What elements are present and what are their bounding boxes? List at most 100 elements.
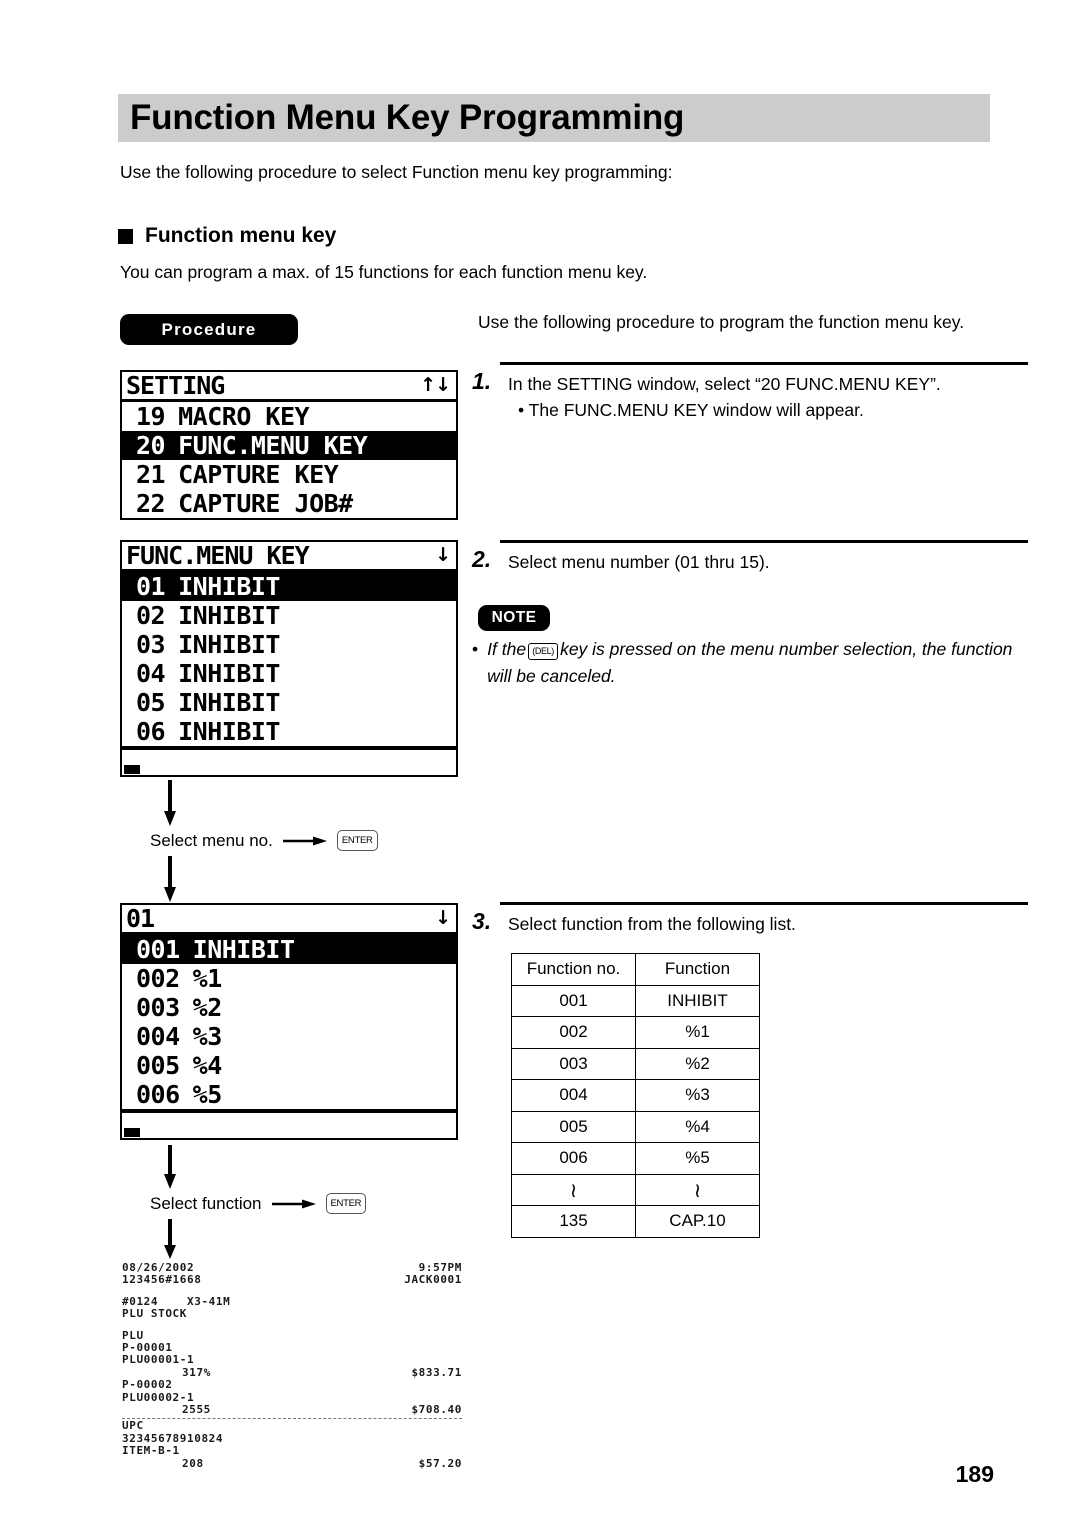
table-row: 006 %5 — [511, 1142, 760, 1175]
receipt-line: 317% $833.71 — [122, 1366, 462, 1379]
lcd-item-number: 21 — [136, 460, 166, 489]
cell-function-no: 003 — [511, 1047, 636, 1080]
receipt-text: UPC — [122, 1419, 144, 1433]
lcd-item-number: 22 — [136, 489, 166, 518]
lcd-screen-setting: SETTING ↑↓ 19 MACRO KEY 20 FUNC.MENU KEY… — [120, 370, 458, 520]
lcd-list-item[interactable]: 21 CAPTURE KEY — [122, 460, 456, 489]
table-row: 004 %3 — [511, 1079, 760, 1112]
receipt-amount: $57.20 — [418, 1456, 462, 1470]
del-key-button[interactable]: (DEL) — [528, 642, 559, 660]
enter-key-button[interactable]: ENTER — [325, 1193, 367, 1214]
lcd-item-number: 06 — [136, 717, 166, 746]
lcd-item-label: CAPTURE JOB# — [178, 489, 353, 518]
lcd-list-item[interactable]: 006 %5 — [122, 1080, 456, 1109]
lcd-item-label: INHIBIT — [178, 601, 280, 630]
lcd-header: 01 ↓ — [122, 905, 456, 935]
lcd-item-label: FUNC.MENU KEY — [178, 431, 368, 460]
lcd-item-label: INHIBIT — [192, 935, 295, 964]
lcd-list-item[interactable]: 04 INHIBIT — [122, 659, 456, 688]
receipt-qty: 208 — [182, 1456, 204, 1470]
note-content: If the (DEL) key is pressed on the menu nu… — [487, 636, 1028, 690]
lcd-status-bar — [122, 746, 456, 775]
function-list-table: Function no. Function 001 INHIBIT 002 %1… — [511, 953, 760, 1238]
lcd-list-item[interactable]: 02 INHIBIT — [122, 601, 456, 630]
step-subtext: • The FUNC.MENU KEY window will appear. — [518, 400, 864, 420]
lcd-item-label: INHIBIT — [178, 688, 280, 717]
lcd-item-number: 006 — [136, 1080, 180, 1109]
lcd-list-item[interactable]: 22 CAPTURE JOB# — [122, 489, 456, 518]
lcd-list-item-selected[interactable]: 01 INHIBIT — [122, 572, 456, 601]
scroll-arrows-icon: ↑↓ — [420, 374, 451, 396]
lcd-list-item[interactable]: 003 %2 — [122, 993, 456, 1022]
cell-function: INHIBIT — [635, 984, 760, 1017]
procedure-badge: Procedure — [120, 314, 298, 345]
procedure-side-text: Use the following procedure to program t… — [478, 312, 965, 332]
enter-key-button[interactable]: ENTER — [336, 830, 378, 851]
text-cursor-icon — [124, 765, 140, 774]
lcd-item-label: %2 — [192, 993, 223, 1022]
note-text-before: If the — [487, 639, 527, 659]
lcd-item-label: MACRO KEY — [178, 402, 310, 431]
step-rule — [500, 902, 1028, 905]
lcd-header: SETTING ↑↓ — [122, 372, 456, 402]
lcd-list-item[interactable]: 05 INHIBIT — [122, 688, 456, 717]
column-header-function-no: Function no. — [511, 953, 636, 986]
lcd-item-label: %1 — [192, 964, 223, 993]
section-heading: Function menu key — [118, 224, 336, 248]
step-number: 3. — [472, 908, 492, 934]
lcd-item-number: 005 — [136, 1051, 180, 1080]
note-badge: NOTE — [478, 605, 550, 631]
lcd-status-bar — [122, 1109, 456, 1138]
lcd-list-item[interactable]: 03 INHIBIT — [122, 630, 456, 659]
lcd-item-number: 19 — [136, 402, 166, 431]
lcd-list-item-selected[interactable]: 001 INHIBIT — [122, 935, 456, 964]
lcd-item-number: 01 — [136, 572, 166, 601]
lcd-header-label: FUNC.MENU KEY — [126, 540, 310, 570]
cell-function: %2 — [635, 1047, 760, 1080]
step-text: Select menu number (01 thru 15). — [508, 552, 770, 572]
table-row: 135 CAP.10 — [511, 1205, 760, 1238]
receipt-line: PLU — [122, 1328, 462, 1342]
lcd-item-label: %4 — [192, 1051, 223, 1080]
cell-function: %4 — [635, 1110, 760, 1143]
cell-function-no: 004 — [511, 1079, 636, 1112]
lcd-item-label: %5 — [192, 1080, 223, 1109]
lcd-item-number: 002 — [136, 964, 180, 993]
text-cursor-icon — [124, 1128, 140, 1137]
receipt-line: UPC — [122, 1419, 462, 1433]
cell-function: %3 — [635, 1079, 760, 1112]
step-number: 1. — [472, 368, 492, 394]
intro-paragraph: Use the following procedure to select Fu… — [120, 162, 673, 182]
flow-arrow-down — [0, 856, 340, 902]
receipt-text: PLU — [122, 1328, 144, 1342]
flow-step-select-function: Select function ENTER — [150, 1193, 367, 1214]
table-header-row: Function no. Function — [511, 953, 760, 986]
lcd-item-label: INHIBIT — [178, 717, 280, 746]
cell-function: %5 — [635, 1142, 760, 1175]
receipt-text: P-00002 — [122, 1378, 173, 1392]
step-number: 2. — [472, 546, 492, 572]
lcd-item-label: INHIBIT — [178, 630, 280, 659]
lcd-list-item[interactable]: 06 INHIBIT — [122, 717, 456, 746]
receipt-line: ITEM-B-1 — [122, 1444, 462, 1458]
cell-function-no: 005 — [511, 1110, 636, 1143]
receipt-register-id: 123456#1668 — [122, 1273, 202, 1287]
receipt-text: PLU STOCK — [122, 1307, 188, 1321]
table-row: 005 %4 — [511, 1110, 760, 1143]
cell-function-no: 001 — [511, 984, 636, 1017]
receipt-text: ITEM-B-1 — [122, 1444, 180, 1458]
lcd-list-item[interactable]: 004 %3 — [122, 1022, 456, 1051]
lcd-item-label: INHIBIT — [178, 572, 280, 601]
lcd-item-number: 02 — [136, 601, 166, 630]
receipt-line: 2555 $708.40 — [122, 1403, 462, 1416]
lcd-screen-menu-01: 01 ↓ 001 INHIBIT 002 %1 003 %2 004 %3 00… — [120, 903, 458, 1140]
flow-label: Select menu no. — [150, 830, 273, 850]
lcd-list-item-selected[interactable]: 20 FUNC.MENU KEY — [122, 431, 456, 460]
note-text-after: key is pressed on the menu number select… — [487, 639, 1013, 686]
lcd-item-number: 003 — [136, 993, 180, 1022]
flow-arrow-down — [0, 1219, 340, 1259]
lcd-list-item[interactable]: 19 MACRO KEY — [122, 402, 456, 431]
lcd-list-item[interactable]: 002 %1 — [122, 964, 456, 993]
lcd-list-item[interactable]: 005 %4 — [122, 1051, 456, 1080]
flow-label: Select function — [150, 1193, 262, 1213]
